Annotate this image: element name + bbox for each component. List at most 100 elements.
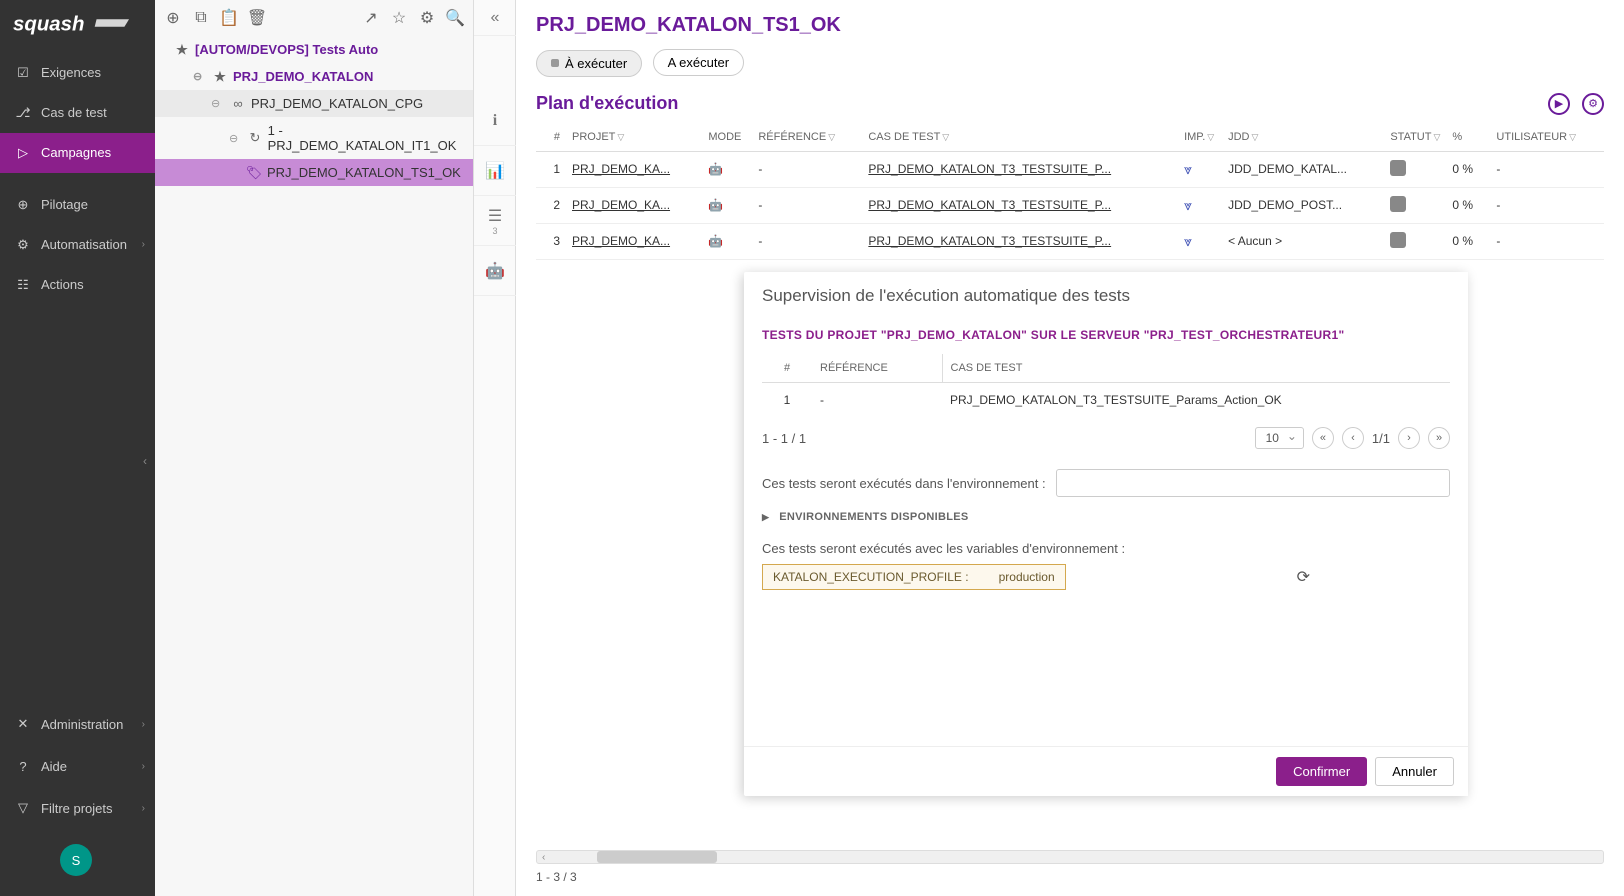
play-gear-button[interactable]: ⚙: [1582, 93, 1604, 115]
page-size-select[interactable]: 10: [1255, 427, 1304, 449]
tree-node-campaign[interactable]: ⊖∞PRJ_DEMO_KATALON_CPG: [155, 90, 473, 117]
environments-collapsible[interactable]: ENVIRONNEMENTS DISPONIBLES: [762, 511, 1450, 523]
export-icon[interactable]: ↗: [361, 8, 381, 28]
chevron-down-double-icon: ⩔: [1184, 233, 1192, 249]
star-icon[interactable]: ☆: [389, 8, 409, 28]
cell-ref: -: [812, 383, 942, 418]
cell-user: -: [1490, 187, 1604, 223]
col-cas[interactable]: CAS DE TEST▽: [862, 123, 1178, 152]
col-ref[interactable]: RÉFÉRENCE▽: [752, 123, 862, 152]
tree-label: PRJ_DEMO_KATALON_CPG: [251, 96, 423, 111]
nav-automatisation[interactable]: ⚙Automatisation›: [0, 225, 155, 265]
section-header: Plan d'exécution ▶ ⚙: [536, 93, 1604, 115]
tree-node-project[interactable]: ★[AUTOM/DEVOPS] Tests Auto: [155, 36, 473, 63]
gear-icon[interactable]: ⚙: [417, 8, 437, 28]
table-row[interactable]: 1 - PRJ_DEMO_KATALON_T3_TESTSUITE_Params…: [762, 383, 1450, 418]
first-page-button[interactable]: «: [1312, 427, 1334, 449]
nav-pilotage[interactable]: ⊕Pilotage: [0, 185, 155, 225]
copy-icon[interactable]: ⧉: [191, 8, 211, 28]
col-pct[interactable]: %: [1446, 123, 1490, 152]
tree-panel: ⊕ ⧉ 📋 🗑 ↗ ☆ ⚙ 🔍 ★[AUTOM/DEVOPS] Tests Au…: [155, 0, 474, 896]
cell-cas: PRJ_DEMO_KATALON_T3_TESTSUITE_Params_Act…: [942, 383, 1450, 418]
refresh-icon[interactable]: ⟳: [1297, 567, 1310, 587]
filter-icon: ▽: [1207, 132, 1214, 142]
environment-input[interactable]: [1056, 469, 1450, 497]
target-icon: ⊕: [15, 197, 31, 213]
help-icon: ?: [15, 758, 31, 774]
add-circle-icon[interactable]: ⊕: [163, 8, 183, 28]
last-page-button[interactable]: »: [1428, 427, 1450, 449]
nav-label: Filtre projets: [41, 801, 113, 816]
chip-a-executer[interactable]: A exécuter: [653, 49, 744, 76]
table-row[interactable]: 1PRJ_DEMO_KA...🤖-PRJ_DEMO_KATALON_T3_TES…: [536, 151, 1604, 187]
nav-exigences[interactable]: ☑ Exigences: [0, 53, 155, 93]
col-jdd[interactable]: JDD▽: [1222, 123, 1384, 152]
col-cas[interactable]: CAS DE TEST: [942, 354, 1450, 383]
star-filled-icon: ★: [213, 70, 227, 84]
scroll-thumb[interactable]: [597, 851, 717, 863]
tree-node-iteration[interactable]: ⊖↻1 - PRJ_DEMO_KATALON_IT1_OK: [155, 117, 473, 159]
collapse-icon[interactable]: ⊖: [211, 97, 225, 110]
horizontal-scrollbar[interactable]: ‹: [536, 850, 1604, 864]
nav-aide[interactable]: ?Aide›: [0, 746, 155, 786]
col-statut[interactable]: STATUT▽: [1384, 123, 1446, 152]
cell-statut: [1384, 223, 1446, 259]
cell-cas[interactable]: PRJ_DEMO_KATALON_T3_TESTSUITE_P...: [862, 187, 1178, 223]
cell-ref: -: [752, 151, 862, 187]
tree-node-suite[interactable]: 🏷PRJ_DEMO_KATALON_TS1_OK: [155, 159, 473, 186]
nav-label: Exigences: [41, 65, 101, 80]
chip-a-executer-dot[interactable]: À exécuter: [536, 50, 642, 77]
cell-cas[interactable]: PRJ_DEMO_KATALON_T3_TESTSUITE_P...: [862, 151, 1178, 187]
cell-projet[interactable]: PRJ_DEMO_KA...: [566, 223, 702, 259]
next-page-button[interactable]: ›: [1398, 427, 1420, 449]
trash-icon[interactable]: 🗑: [247, 8, 267, 28]
back-button[interactable]: «: [474, 0, 516, 36]
nav-campagnes[interactable]: ▷Campagnes: [0, 133, 155, 173]
col-imp[interactable]: IMP.▽: [1178, 123, 1222, 152]
cell-cas[interactable]: PRJ_DEMO_KATALON_T3_TESTSUITE_P...: [862, 223, 1178, 259]
table-row[interactable]: 3PRJ_DEMO_KA...🤖-PRJ_DEMO_KATALON_T3_TES…: [536, 223, 1604, 259]
tree-node-project[interactable]: ⊖★PRJ_DEMO_KATALON: [155, 63, 473, 90]
robot-icon: 🤖: [708, 198, 723, 212]
tools-icon: ✕: [15, 716, 31, 732]
cancel-button[interactable]: Annuler: [1375, 757, 1454, 786]
prev-page-button[interactable]: ‹: [1342, 427, 1364, 449]
page-indicator: 1/1: [1372, 431, 1390, 446]
collapse-sidebar-icon[interactable]: ‹: [143, 454, 147, 468]
confirm-button[interactable]: Confirmer: [1276, 757, 1367, 786]
tree-label: PRJ_DEMO_KATALON_TS1_OK: [267, 165, 461, 180]
col-num[interactable]: #: [536, 123, 566, 152]
tab-chart[interactable]: 📊: [474, 146, 516, 196]
check-icon: ☑: [15, 65, 31, 81]
col-num[interactable]: #: [762, 354, 812, 383]
nav-label: Campagnes: [41, 145, 111, 160]
robot-icon: 🤖: [708, 234, 723, 248]
paste-icon[interactable]: 📋: [219, 8, 239, 28]
nav-administration[interactable]: ✕Administration›: [0, 704, 155, 744]
collapse-icon[interactable]: ⊖: [193, 70, 207, 83]
col-ref[interactable]: RÉFÉRENCE: [812, 354, 942, 383]
modal-footer: Confirmer Annuler: [744, 746, 1468, 796]
robot-icon: ⚙: [15, 237, 31, 253]
tab-info[interactable]: i: [474, 96, 516, 146]
play-button[interactable]: ▶: [1548, 93, 1570, 115]
filter-icon: ▽: [828, 132, 835, 142]
col-projet[interactable]: PROJET▽: [566, 123, 702, 152]
user-avatar[interactable]: S: [60, 844, 92, 876]
table-row[interactable]: 2PRJ_DEMO_KA...🤖-PRJ_DEMO_KATALON_T3_TES…: [536, 187, 1604, 223]
nav-cas-de-test[interactable]: ⎇Cas de test: [0, 93, 155, 133]
cell-projet[interactable]: PRJ_DEMO_KA...: [566, 187, 702, 223]
col-user[interactable]: UTILISATEUR▽: [1490, 123, 1604, 152]
col-mode[interactable]: MODE: [702, 123, 752, 152]
tab-list[interactable]: ☰3: [474, 196, 516, 246]
modal-subtitle: TESTS DU PROJET "PRJ_DEMO_KATALON" SUR L…: [762, 328, 1450, 342]
variable-box[interactable]: KATALON_EXECUTION_PROFILE : production: [762, 564, 1066, 590]
collapse-icon[interactable]: ⊖: [229, 132, 242, 145]
scroll-left-icon[interactable]: ‹: [539, 851, 548, 864]
tab-robot[interactable]: 🤖: [474, 246, 516, 296]
search-icon[interactable]: 🔍: [445, 8, 465, 28]
cell-num: 1: [762, 383, 812, 418]
nav-actions[interactable]: ☷Actions: [0, 265, 155, 305]
nav-filtre-projets[interactable]: ▽Filtre projets›: [0, 788, 155, 828]
cell-projet[interactable]: PRJ_DEMO_KA...: [566, 151, 702, 187]
